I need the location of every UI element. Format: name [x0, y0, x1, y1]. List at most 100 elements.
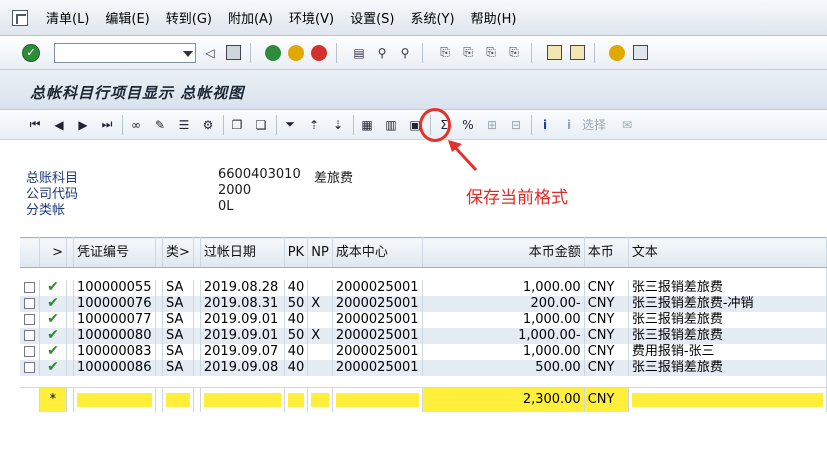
callout-arrow-icon — [448, 140, 478, 172]
collapse-left-icon[interactable]: ◁ — [201, 44, 219, 62]
menu-system[interactable]: 系统(Y) — [410, 8, 454, 27]
annotation-text: 保存当前格式 — [466, 188, 568, 208]
sort-descending-icon[interactable]: ⇣ — [329, 116, 347, 134]
cell-amount: 1,000.00 — [422, 343, 585, 360]
cell-np: X — [307, 327, 333, 344]
table-row[interactable]: ✔ 100000080 SA 2019.09.01 50 X 200002500… — [20, 327, 827, 344]
back-arrow-icon[interactable] — [264, 44, 282, 62]
row-checkbox[interactable] — [23, 362, 35, 373]
scroll-icon[interactable]: ✉ — [618, 116, 636, 134]
filter-icon[interactable]: ⏷ — [281, 116, 299, 134]
header-pk[interactable]: PK — [284, 237, 309, 268]
menu-environment[interactable]: 环境(V) — [289, 8, 334, 27]
table-row[interactable]: ✔ 100000076 SA 2019.08.31 50 X 200002500… — [20, 295, 827, 312]
help-icon[interactable] — [608, 44, 626, 62]
title-area: 总帐科目行项目显示 总帐视图 — [0, 70, 827, 110]
toolbar-divider — [122, 114, 123, 135]
display-glasses-icon[interactable]: ∞ — [127, 116, 145, 134]
cell-doc-no[interactable]: 100000077 — [73, 311, 156, 328]
cleared-check-icon: ✔ — [47, 295, 59, 311]
cell-posting-date: 2019.09.01 — [200, 311, 285, 328]
menu-settings[interactable]: 设置(S) — [350, 8, 394, 27]
create-session-icon[interactable] — [545, 44, 563, 62]
table-row[interactable]: ✔ 100000055 SA 2019.08.28 40 2000025001 … — [20, 279, 827, 296]
header-text[interactable]: 文本 — [628, 237, 827, 268]
shortcut-icon[interactable] — [568, 44, 586, 62]
header-currency[interactable]: 本币 — [584, 237, 629, 268]
find-next-icon[interactable]: ⚲ — [396, 44, 414, 62]
subtotal-icon[interactable]: % — [459, 116, 477, 134]
next-page-icon[interactable]: ▶ — [74, 116, 92, 134]
cell-currency: CNY — [584, 359, 629, 376]
cell-pk: 50 — [284, 327, 309, 344]
first-page-icon[interactable]: ⎘ — [436, 44, 454, 62]
select-button-label[interactable]: 选择 — [582, 116, 606, 133]
first-page-icon[interactable]: ⏮ — [26, 116, 44, 134]
application-toolbar: ⏮ ◀ ▶ ⏭ ∞ ✎ ☰ ⚙ ❐ ❏ ⏷ ⇡ ⇣ ▦ ▥ ▣ Σ % ⊞ ⊟ … — [0, 110, 827, 140]
document-change-icon[interactable]: ⚙ — [199, 116, 217, 134]
menu-extras[interactable]: 附加(A) — [228, 8, 273, 27]
cell-doc-no[interactable]: 100000055 — [73, 279, 156, 296]
system-menu-icon[interactable] — [12, 9, 28, 26]
floppy-disk-icon[interactable] — [224, 44, 242, 62]
cell-np — [307, 343, 333, 360]
pencil-icon[interactable]: ✎ — [151, 116, 169, 134]
menu-goto[interactable]: 转到(G) — [166, 8, 212, 27]
next-page-icon[interactable]: ⎘ — [482, 44, 500, 62]
account-value: 6600403010 — [218, 167, 301, 182]
command-field[interactable] — [54, 42, 196, 63]
collapse-icon[interactable]: ⊟ — [507, 116, 525, 134]
row-checkbox[interactable] — [23, 298, 35, 309]
enter-check-icon[interactable]: ✓ — [22, 43, 40, 62]
exit-icon[interactable] — [287, 44, 305, 62]
menu-help[interactable]: 帮助(H) — [471, 8, 517, 27]
binoculars-icon[interactable]: ⚲ — [373, 44, 391, 62]
menu-edit[interactable]: 编辑(E) — [105, 8, 149, 27]
cell-cost-center: 2000025001 — [332, 311, 423, 328]
last-page-icon[interactable]: ⏭ — [98, 116, 116, 134]
header-amount[interactable]: 本币金额 — [422, 237, 585, 268]
expand-icon[interactable]: ⊞ — [483, 116, 501, 134]
select-info-icon[interactable]: i — [560, 116, 578, 134]
cell-doc-no[interactable]: 100000083 — [73, 343, 156, 360]
row-checkbox[interactable] — [23, 330, 35, 341]
change-layout-icon[interactable]: ▥ — [382, 116, 400, 134]
previous-page-icon[interactable]: ◀ — [50, 116, 68, 134]
last-page-icon[interactable]: ⎘ — [505, 44, 523, 62]
header-status[interactable]: > — [39, 237, 68, 268]
header-posting-date[interactable]: 过帐日期 — [200, 237, 285, 268]
sort-ascending-icon[interactable]: ⇡ — [305, 116, 323, 134]
view-document-icon[interactable]: ❏ — [252, 116, 270, 134]
row-checkbox[interactable] — [23, 314, 35, 325]
printer-icon[interactable]: ▤ — [350, 44, 368, 62]
cell-np — [307, 279, 333, 296]
cell-np — [307, 311, 333, 328]
toolbar-divider — [531, 114, 532, 135]
total-bar — [311, 392, 329, 407]
info-icon[interactable]: i — [536, 116, 554, 134]
header-doc-no[interactable]: 凭证编号 — [73, 237, 156, 268]
cell-doc-no[interactable]: 100000080 — [73, 327, 156, 344]
previous-page-icon[interactable]: ⎘ — [459, 44, 477, 62]
command-input[interactable] — [55, 43, 175, 62]
details-icon[interactable]: ☰ — [175, 116, 193, 134]
chevron-down-icon[interactable] — [183, 50, 193, 57]
copy-document-icon[interactable]: ❐ — [228, 116, 246, 134]
table-row[interactable]: ✔ 100000086 SA 2019.09.08 40 2000025001 … — [20, 359, 827, 376]
header-select[interactable] — [20, 237, 40, 268]
header-type[interactable]: 类> — [162, 237, 194, 268]
cleared-check-icon: ✔ — [47, 311, 59, 327]
header-cost-center[interactable]: 成本中心 — [332, 237, 423, 268]
choose-layout-icon[interactable]: ▦ — [358, 116, 376, 134]
layout-menu-icon[interactable] — [631, 44, 649, 62]
menu-list[interactable]: 清单(L) — [46, 8, 89, 27]
cell-text: 张三报销差旅费 — [628, 359, 827, 376]
header-np[interactable]: NP — [307, 237, 333, 268]
cancel-icon[interactable] — [310, 44, 328, 62]
row-checkbox[interactable] — [23, 346, 35, 357]
cell-doc-no[interactable]: 100000076 — [73, 295, 156, 312]
row-checkbox[interactable] — [23, 282, 35, 293]
table-row[interactable]: ✔ 100000077 SA 2019.09.01 40 2000025001 … — [20, 311, 827, 328]
cell-doc-no[interactable]: 100000086 — [73, 359, 156, 376]
table-row[interactable]: ✔ 100000083 SA 2019.09.07 40 2000025001 … — [20, 343, 827, 360]
